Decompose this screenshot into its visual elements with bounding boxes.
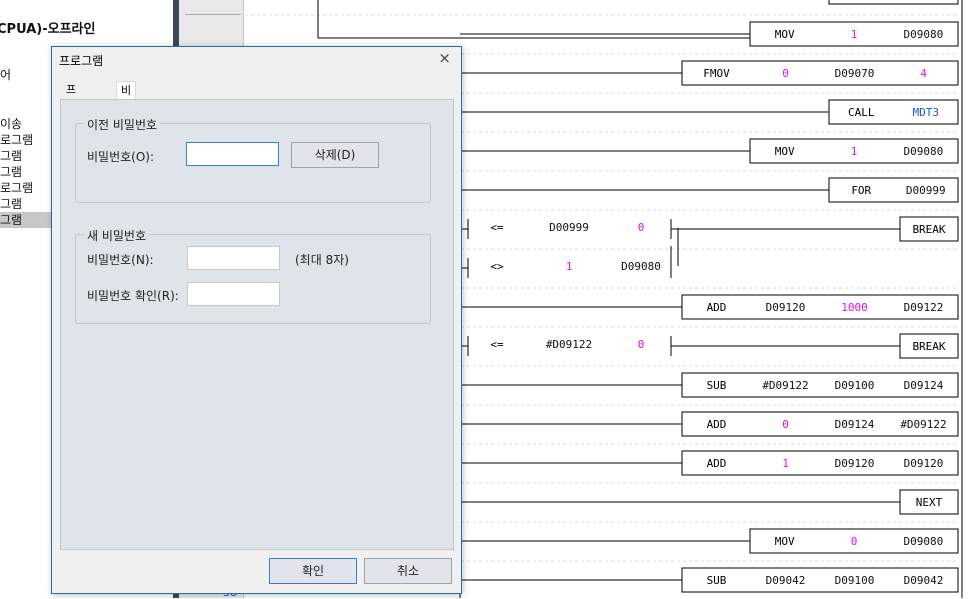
close-icon[interactable]: × <box>438 49 451 67</box>
confirm-password-label: 비밀번호 확인(R): <box>87 289 179 303</box>
instruction-text: 4 <box>920 67 927 80</box>
old-password-label: 비밀번호(O): <box>87 150 155 164</box>
instruction-text: 1 <box>851 145 858 158</box>
instruction-text: SUB <box>707 379 727 392</box>
instruction-text: D09122 <box>904 301 944 314</box>
instruction-text: MDT3 <box>913 106 940 119</box>
instruction-text: D09124 <box>835 418 875 431</box>
old-password-group: 이전 비밀번호 비밀번호(O): 삭제(D) <box>75 116 431 203</box>
instruction-text: D09070 <box>835 67 875 80</box>
instruction-text: MOV <box>775 28 795 41</box>
contact-text: <= <box>490 221 504 234</box>
instruction-text: 1000 <box>841 301 868 314</box>
instruction-text: SUB <box>707 574 727 587</box>
old-password-input[interactable] <box>186 142 279 166</box>
contact-text: 1 <box>566 260 573 273</box>
instruction-text: MOV <box>775 145 795 158</box>
delete-button[interactable]: 삭제(D) <box>291 142 379 168</box>
instruction-text: FOR <box>851 184 871 197</box>
instruction-text: D00999 <box>906 184 946 197</box>
old-password-group-label: 이전 비밀번호 <box>84 116 161 133</box>
max-length-hint: (최대 8자) <box>295 253 349 267</box>
instruction-text: ADD <box>707 457 727 470</box>
contact-text: D00999 <box>549 221 589 234</box>
instruction-text: 0 <box>782 418 789 431</box>
instruction-text: D09080 <box>903 535 943 548</box>
contact-text: #D09122 <box>546 338 592 351</box>
contact-text: <= <box>490 338 504 351</box>
instruction-text: FMOV <box>703 67 730 80</box>
password-tab-panel: 이전 비밀번호 비밀번호(O): 삭제(D) 새 비밀번호 비밀번호(N): (… <box>60 99 454 550</box>
contact-text: 0 <box>638 221 645 234</box>
instruction-text: ADD <box>707 301 727 314</box>
output-text: BREAK <box>912 223 945 236</box>
ok-button[interactable]: 확인 <box>269 558 357 584</box>
instruction-text: D09120 <box>904 457 944 470</box>
instruction-text: CALL <box>848 106 875 119</box>
instruction-text: D09080 <box>903 145 943 158</box>
instruction-text: D09100 <box>835 379 875 392</box>
new-password-group-label: 새 비밀번호 <box>84 227 150 244</box>
contact-text: D09080 <box>621 260 661 273</box>
contact-text: <> <box>490 260 504 273</box>
instruction-text: D09042 <box>904 574 944 587</box>
cancel-button[interactable]: 취소 <box>364 558 452 584</box>
new-password-input[interactable] <box>187 246 280 270</box>
instruction-text: 0 <box>851 535 858 548</box>
instruction-text: 0 <box>782 67 789 80</box>
instruction-text: D09120 <box>835 457 875 470</box>
instruction-text: ADD <box>707 418 727 431</box>
new-password-label: 비밀번호(N): <box>87 253 154 267</box>
instruction-text: NEXT <box>916 496 943 509</box>
instruction-text: MOV <box>775 535 795 548</box>
confirm-password-input[interactable] <box>187 282 280 306</box>
instruction-text: 1 <box>851 28 858 41</box>
new-password-group: 새 비밀번호 비밀번호(N): (최대 8자) 비밀번호 확인(R): <box>75 227 431 324</box>
program-dialog: 프로그램 × 프로그램 비밀번호 이전 비밀번호 비밀번호(O): 삭제(D) … <box>51 46 462 594</box>
instruction-text: #D09122 <box>762 379 808 392</box>
instruction-text: 1 <box>782 457 789 470</box>
instruction-text: D09080 <box>903 28 943 41</box>
dialog-title: 프로그램 <box>59 54 104 68</box>
instruction-text: D09124 <box>904 379 944 392</box>
instruction-box <box>828 0 959 5</box>
instruction-text: #D09122 <box>900 418 946 431</box>
contact-text: 0 <box>638 338 645 351</box>
instruction-text: D09120 <box>766 301 806 314</box>
instruction-text: D09042 <box>766 574 806 587</box>
tab-password[interactable]: 비밀번호 <box>116 81 137 151</box>
instruction-text: D09100 <box>835 574 875 587</box>
output-text: BREAK <box>912 340 945 353</box>
tab-program[interactable]: 프로그램 <box>62 81 80 150</box>
